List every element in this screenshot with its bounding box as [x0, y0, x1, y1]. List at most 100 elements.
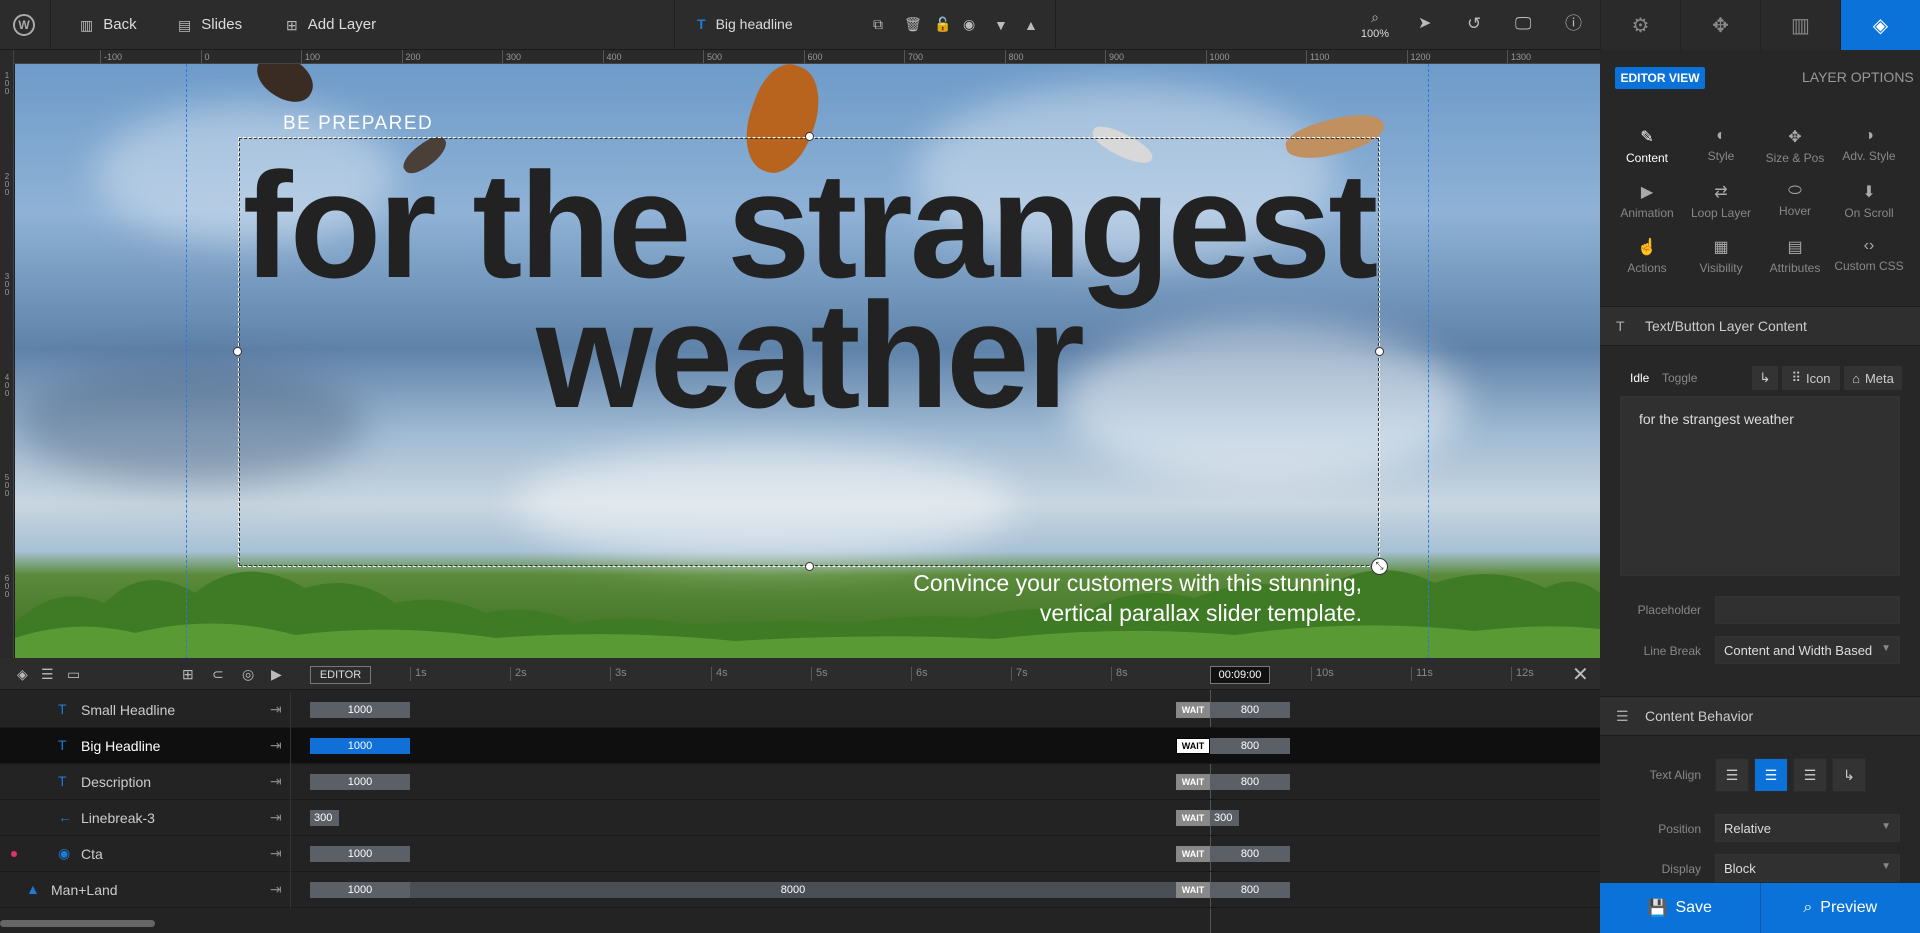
panel-tab-content[interactable]: ✎ Content	[1607, 127, 1687, 165]
add-layer-button[interactable]: ⊞ Add Layer	[286, 16, 376, 33]
line-break-select[interactable]: Content and Width Based ▼	[1715, 636, 1900, 664]
preview-button[interactable]: ⌕ Preview	[1759, 883, 1920, 933]
resize-handle-left[interactable]	[233, 347, 242, 356]
timeline-layer-row[interactable]: ▲ Man+Land ⇥ 1000 8000 WAIT 800	[0, 872, 1600, 908]
slides-button[interactable]: ▤ Slides	[178, 16, 242, 33]
in-animation-bar[interactable]: 1000	[310, 774, 410, 790]
save-button[interactable]: 💾 Save	[1600, 883, 1760, 933]
list-icon[interactable]: ☰	[41, 666, 54, 683]
timeline-layer-row[interactable]: ◉ Cta ⇥ 1000 WAIT 800	[0, 836, 1600, 872]
align-center-button[interactable]: ☰	[1754, 758, 1788, 792]
editor-mode-button[interactable]: EDITOR	[310, 666, 371, 684]
desktop-device-icon[interactable]: 🖵	[1515, 15, 1531, 32]
close-timeline-icon[interactable]: ✕	[1572, 662, 1589, 687]
panel-tab-custom-css[interactable]: ‹› Custom CSS	[1829, 237, 1909, 273]
align-left-button[interactable]: ☰	[1715, 758, 1749, 792]
timeline-layer-row[interactable]: T Description ⇥ 1000 WAIT 800	[0, 764, 1600, 800]
help-icon[interactable]: ⓘ	[1565, 15, 1582, 32]
collapse-arrow-icon[interactable]: ⇥	[270, 845, 282, 862]
collapse-arrow-icon[interactable]: ⇥	[270, 809, 282, 826]
speed-icon[interactable]: ◎	[242, 666, 254, 683]
layer-text-input[interactable]: for the strangest weather	[1620, 396, 1900, 576]
description-layer[interactable]: Convince your customers with this stunni…	[835, 568, 1362, 628]
wait-marker[interactable]: WAIT	[1176, 774, 1210, 790]
timeline-layer-row[interactable]: ← Linebreak-3 ⇥ 300 WAIT 300	[0, 800, 1600, 836]
panel-tab-loop-layer[interactable]: ⇄ Loop Layer	[1681, 182, 1761, 220]
panel-tab-on-scroll[interactable]: ⬇ On Scroll	[1829, 182, 1909, 220]
wait-marker[interactable]: WAIT	[1176, 846, 1210, 862]
play-icon[interactable]: ▶	[271, 666, 282, 683]
in-animation-bar[interactable]: 1000	[310, 846, 410, 862]
out-animation-bar[interactable]: 800	[1210, 882, 1290, 898]
duration-bar[interactable]: 8000	[410, 882, 1176, 898]
out-animation-bar[interactable]: 800	[1210, 846, 1290, 862]
out-animation-bar[interactable]: 300	[1210, 810, 1239, 826]
move-up-icon[interactable]: ▲	[1024, 18, 1038, 32]
undo-icon[interactable]: ↺	[1467, 15, 1481, 32]
panel-tab-style[interactable]: ◐ Style	[1681, 127, 1761, 163]
placeholder-input[interactable]	[1715, 596, 1900, 624]
meta-chip[interactable]: ⌂ Meta	[1844, 366, 1902, 390]
back-button[interactable]: ▥ Back	[80, 16, 137, 33]
align-right-button[interactable]: ☰	[1793, 758, 1827, 792]
panel-tab-actions[interactable]: ☝ Actions	[1607, 237, 1687, 275]
zoom-control[interactable]: ⌕ 100%	[1360, 10, 1390, 42]
timeline-layer-row[interactable]: T Big Headline ⇥ 1000 WAIT 800	[0, 728, 1600, 764]
move-down-icon[interactable]: ▼	[994, 18, 1008, 32]
panel-tab-attributes[interactable]: ▤ Attributes	[1755, 237, 1835, 275]
icon-chip[interactable]: ⠿ Icon	[1782, 366, 1840, 390]
align-break-button[interactable]: ↳	[1832, 758, 1866, 792]
small-headline-layer[interactable]: BE PREPARED	[283, 113, 433, 135]
duplicate-icon[interactable]: ⧉	[873, 17, 883, 31]
toggle-option[interactable]: Toggle	[1662, 371, 1697, 385]
layers-stack-icon[interactable]: ◈	[17, 666, 28, 683]
folder-icon[interactable]: ▭	[67, 666, 80, 683]
out-animation-bar[interactable]: 800	[1210, 738, 1290, 754]
panel-tab-hover[interactable]: ⬭ Hover	[1755, 182, 1835, 218]
resize-handle-top[interactable]	[805, 132, 814, 141]
panel-tab-visibility[interactable]: ▦ Visibility	[1681, 237, 1761, 275]
panel-tab-size-pos[interactable]: ✥ Size & Pos	[1755, 127, 1835, 165]
display-select[interactable]: Block ▼	[1715, 854, 1900, 882]
collapse-arrow-icon[interactable]: ⇥	[270, 737, 282, 754]
in-animation-bar[interactable]: 1000	[310, 702, 410, 718]
layers-tab[interactable]: ◈	[1840, 0, 1920, 50]
settings-tab[interactable]: ⚙	[1600, 0, 1680, 50]
panel-tab-adv-style[interactable]: ◑ Adv. Style	[1829, 127, 1909, 163]
in-animation-bar[interactable]: 1000	[310, 882, 410, 898]
magnet-icon[interactable]: ⊂	[212, 666, 224, 683]
lock-icon[interactable]: 🔓	[934, 17, 951, 31]
resize-handle-bottom[interactable]	[805, 562, 814, 571]
in-animation-bar[interactable]: 1000	[310, 738, 410, 754]
wait-marker[interactable]: WAIT	[1176, 810, 1210, 826]
out-animation-bar[interactable]: 800	[1210, 774, 1290, 790]
wait-marker[interactable]: WAIT	[1176, 702, 1210, 718]
collapse-arrow-icon[interactable]: ⇥	[270, 773, 282, 790]
resize-handle-right[interactable]	[1375, 347, 1384, 356]
resize-corner-icon[interactable]: ⤡	[1371, 558, 1388, 575]
delete-icon[interactable]: 🗑	[904, 17, 922, 31]
wordpress-logo-icon[interactable]: W	[13, 14, 35, 36]
panel-tab-animation[interactable]: ▶ Animation	[1607, 182, 1687, 220]
idle-toggle[interactable]: Idle	[1630, 371, 1649, 385]
timeline-scrollbar[interactable]	[0, 920, 155, 927]
text-layer-content-header[interactable]: T Text/Button Layer Content	[1600, 306, 1920, 346]
in-animation-bar[interactable]: 300	[310, 810, 339, 826]
slide-canvas[interactable]: BE PREPARED for the strangest weather ⤡ …	[15, 64, 1600, 658]
visibility-eye-icon[interactable]: ◉	[963, 17, 975, 31]
position-select[interactable]: Relative ▼	[1715, 814, 1900, 842]
current-time-badge[interactable]: 00:09:00	[1210, 666, 1270, 684]
pointer-icon[interactable]: ➤	[1418, 16, 1431, 32]
content-behavior-header[interactable]: ☰ Content Behavior	[1600, 696, 1920, 736]
collapse-arrow-icon[interactable]: ⇥	[270, 881, 282, 898]
linebreak-chip[interactable]: ↳	[1752, 366, 1778, 390]
grid-select-icon[interactable]: ⊞	[182, 666, 194, 683]
timeline-layer-row[interactable]: T Small Headline ⇥ 1000 WAIT 800	[0, 692, 1600, 728]
collapse-arrow-icon[interactable]: ⇥	[270, 701, 282, 718]
navigation-tab[interactable]: ✥	[1680, 0, 1760, 50]
wait-marker[interactable]: WAIT	[1176, 738, 1210, 754]
slides-tab[interactable]: ▥	[1760, 0, 1840, 50]
wait-marker[interactable]: WAIT	[1176, 882, 1210, 898]
editor-view-button[interactable]: EDITOR VIEW	[1615, 67, 1705, 89]
out-animation-bar[interactable]: 800	[1210, 702, 1290, 718]
